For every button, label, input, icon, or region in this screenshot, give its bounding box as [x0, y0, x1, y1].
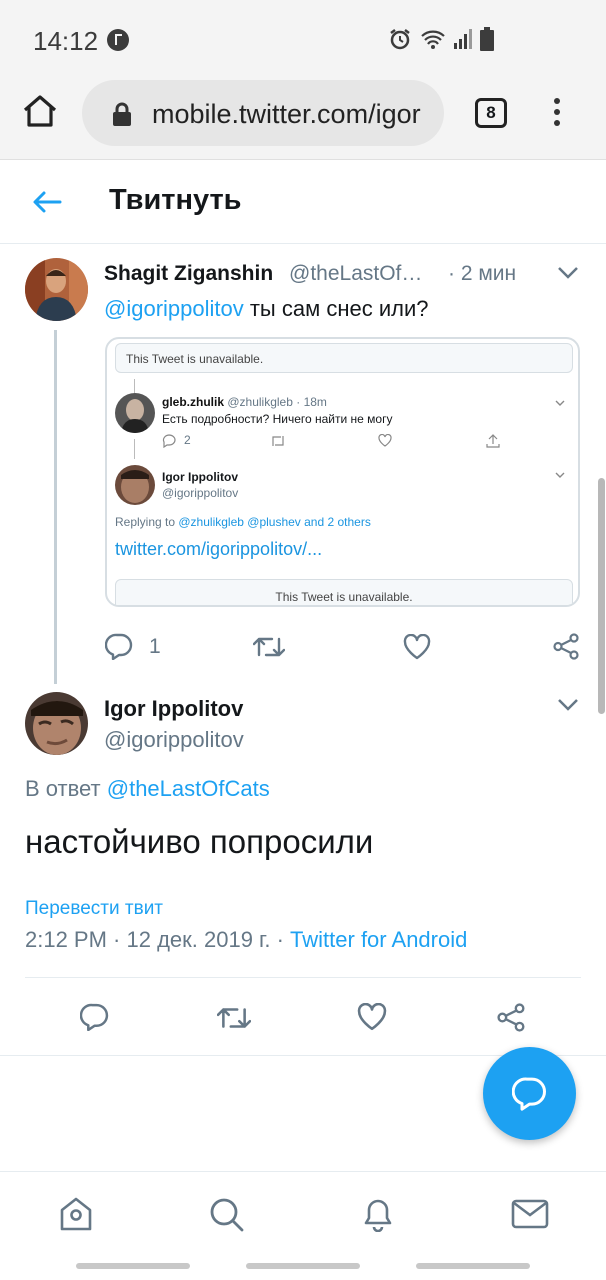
tweet-text: настойчиво попросили — [25, 823, 374, 860]
tab-switcher-button[interactable]: 8 — [475, 98, 507, 128]
media-replying-prefix: Replying to — [115, 515, 179, 529]
search-icon[interactable] — [208, 1196, 244, 1232]
media-user1-name: gleb.zhulik — [162, 395, 225, 409]
share-icon — [486, 434, 500, 448]
address-url[interactable]: mobile.twitter.com/igor — [152, 99, 421, 130]
mention-link[interactable]: @igorippolitov — [104, 296, 244, 321]
share-icon[interactable] — [497, 1003, 526, 1032]
music-icon — [107, 29, 129, 51]
unavailable-notice: This Tweet is unavailable. — [115, 579, 573, 605]
avatar[interactable] — [25, 692, 88, 755]
media-user2-handle: @igorippolitov — [162, 486, 239, 500]
gesture-bar — [246, 1263, 360, 1269]
retweet-icon — [272, 436, 284, 446]
media-user1: gleb.zhulik @zhulikgleb · 18m — [162, 395, 327, 409]
share-icon[interactable] — [553, 633, 580, 660]
home-icon[interactable] — [58, 1196, 94, 1232]
battery-icon — [480, 27, 494, 51]
unavailable-notice: This Tweet is unavailable. — [115, 343, 573, 373]
bell-icon[interactable] — [360, 1196, 396, 1232]
browser-toolbar: mobile.twitter.com/igor 8 — [0, 68, 606, 160]
chevron-down-icon[interactable] — [557, 266, 579, 280]
back-arrow-icon[interactable] — [32, 190, 62, 214]
avatar — [115, 465, 155, 505]
gesture-bar — [76, 1263, 190, 1269]
avatar — [115, 393, 155, 433]
tweet-meta: 2:12 PM · 12 дек. 2019 г. · Twitter for … — [25, 927, 467, 953]
bottom-navigation — [0, 1171, 606, 1257]
tweet-media-image[interactable]: This Tweet is unavailable. gleb.zhulik @… — [105, 337, 580, 607]
page-title: Твитнуть — [109, 184, 242, 216]
tweet-author-name[interactable]: Shagit Ziganshin — [104, 262, 273, 286]
media-actions: 2 — [162, 433, 512, 450]
reply-prefix: В ответ — [25, 776, 107, 801]
wifi-icon — [421, 30, 445, 49]
chevron-down-icon — [555, 472, 565, 478]
avatar[interactable] — [25, 258, 88, 321]
reply-count: 1 — [149, 635, 161, 658]
reply-icon[interactable] — [80, 1003, 109, 1031]
retweet-icon[interactable] — [253, 635, 285, 659]
media-reply-count: 2 — [184, 433, 191, 447]
home-icon[interactable] — [22, 94, 58, 128]
thread-line — [54, 330, 57, 684]
page-header: Твитнуть — [0, 160, 606, 244]
client-link[interactable]: Twitter for Android — [290, 927, 467, 952]
chevron-down-icon — [555, 400, 565, 406]
scrollbar[interactable] — [598, 478, 605, 714]
lock-icon — [113, 102, 131, 126]
media-user1-text: Есть подробности? Ничего найти не могу — [162, 412, 393, 426]
like-icon[interactable] — [403, 634, 431, 660]
media-replying-to: Replying to @zhulikgleb @plushev and 2 o… — [115, 515, 371, 529]
media-replying-links: @zhulikgleb @plushev and 2 others — [178, 515, 371, 529]
tweet-author-handle[interactable]: @igorippolitov — [104, 727, 244, 753]
tweet-time: · 2 мин — [448, 262, 517, 285]
reply-to-link[interactable]: @theLastOfCats — [107, 776, 270, 801]
address-bar[interactable]: mobile.twitter.com/igor — [82, 80, 444, 146]
like-icon[interactable] — [357, 1003, 387, 1031]
tweet-text: @igorippolitov ты сам снес или? — [104, 296, 428, 322]
tweet-text-body: ты сам снес или? — [243, 296, 429, 321]
compose-button[interactable] — [483, 1047, 576, 1140]
status-icons — [388, 27, 494, 51]
compose-icon — [512, 1077, 546, 1111]
tweet-author-name[interactable]: Igor Ippolitov — [104, 696, 243, 722]
reply-icon[interactable] — [105, 633, 133, 660]
retweet-icon[interactable] — [217, 1005, 251, 1031]
media-user2-name: Igor Ippolitov — [162, 470, 238, 484]
mail-icon[interactable] — [511, 1196, 549, 1232]
reply-context: В ответ @theLastOfCats — [25, 776, 270, 802]
translate-link[interactable]: Перевести твит — [25, 898, 163, 920]
reply-icon — [162, 434, 176, 448]
status-time: 14:12 — [33, 26, 99, 56]
media-user1-handle: @zhulikgleb · 18m — [227, 395, 327, 409]
signal-icon — [454, 29, 472, 49]
like-icon — [378, 434, 392, 447]
overflow-menu-icon[interactable] — [552, 98, 564, 131]
chevron-down-icon[interactable] — [557, 698, 579, 712]
media-thread-line — [134, 439, 135, 459]
tweet-author-handle[interactable]: @theLastOf… — [289, 262, 439, 286]
divider — [25, 977, 581, 978]
alarm-icon — [390, 29, 410, 50]
media-link: twitter.com/igorippolitov/... — [115, 539, 323, 559]
gesture-bar — [416, 1263, 530, 1269]
tweet-timestamp: 2:12 PM · 12 дек. 2019 г. · — [25, 927, 291, 952]
